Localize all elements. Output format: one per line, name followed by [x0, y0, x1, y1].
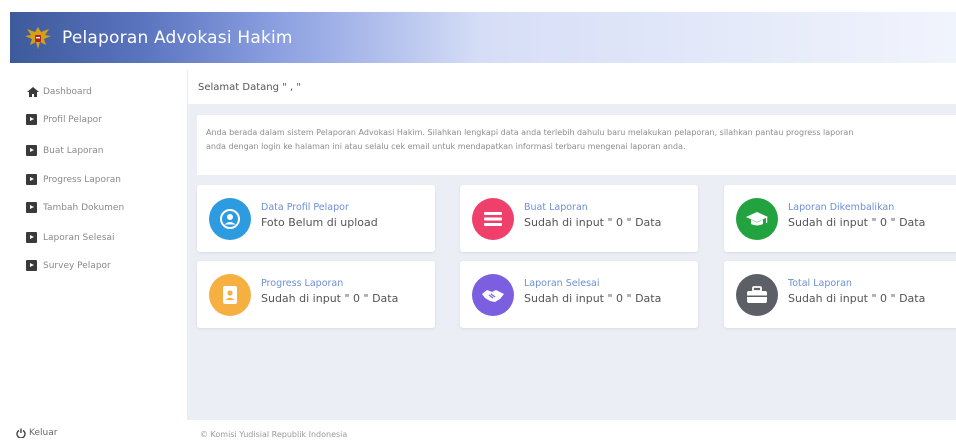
arrow-square-icon	[26, 174, 37, 185]
app-title: Pelaporan Advokasi Hakim	[62, 27, 293, 48]
arrow-square-icon	[26, 114, 37, 125]
user-icon	[220, 209, 240, 229]
sidebar-item-label: Progress Laporan	[43, 175, 121, 185]
power-icon	[16, 428, 26, 438]
main-content: Selamat Datang " , " Anda berada dalam s…	[188, 70, 956, 420]
card-value: Sudah di input " 0 " Data	[261, 292, 399, 305]
info-text-line: Anda berada dalam sistem Pelaporan Advok…	[206, 128, 854, 137]
sidebar-item-label: Profil Pelapor	[43, 115, 102, 125]
card-icon-circle	[209, 198, 251, 240]
card-title: Total Laporan	[788, 278, 852, 289]
card-data-profil-pelapor[interactable]: Data Profil Pelapor Foto Belum di upload	[197, 185, 435, 252]
copyright-text: © Komisi Yudisial Republik Indonesia	[200, 430, 348, 439]
sidebar-item-progress-laporan[interactable]: Progress Laporan	[26, 174, 121, 186]
card-title: Laporan Dikembalikan	[788, 202, 895, 213]
card-icon-circle	[736, 198, 778, 240]
sidebar-item-buat-laporan[interactable]: Buat Laporan	[26, 145, 103, 157]
briefcase-icon	[747, 286, 767, 303]
id-badge-icon	[223, 286, 237, 304]
sidebar-item-label: Dashboard	[43, 87, 92, 97]
card-icon-circle	[472, 274, 514, 316]
welcome-text: Selamat Datang " , "	[198, 81, 301, 93]
arrow-square-icon	[26, 232, 37, 243]
graduation-cap-icon	[746, 212, 768, 226]
sidebar-item-laporan-selesai[interactable]: Laporan Selesai	[26, 232, 115, 244]
arrow-square-icon	[26, 145, 37, 156]
card-progress-laporan[interactable]: Progress Laporan Sudah di input " 0 " Da…	[197, 261, 435, 328]
card-laporan-selesai[interactable]: Laporan Selesai Sudah di input " 0 " Dat…	[460, 261, 698, 328]
card-icon-circle	[736, 274, 778, 316]
card-icon-circle	[209, 274, 251, 316]
card-value: Sudah di input " 0 " Data	[524, 216, 662, 229]
card-value: Foto Belum di upload	[261, 216, 378, 229]
sidebar-item-survey-pelapor[interactable]: Survey Pelapor	[26, 260, 111, 272]
handshake-icon	[482, 290, 504, 302]
card-total-laporan[interactable]: Total Laporan Sudah di input " 0 " Data	[724, 261, 956, 328]
arrow-square-icon	[26, 260, 37, 271]
list-icon	[484, 212, 502, 226]
card-value: Sudah di input " 0 " Data	[788, 216, 926, 229]
sidebar-item-tambah-dokumen[interactable]: Tambah Dokumen	[26, 202, 124, 214]
sidebar-item-dashboard[interactable]: Dashboard	[26, 86, 92, 98]
card-title: Buat Laporan	[524, 202, 588, 213]
welcome-bar: Selamat Datang " , "	[188, 70, 956, 104]
info-text-line: anda dengan login ke halaman ini atau se…	[206, 142, 686, 151]
sidebar-item-profil-pelapor[interactable]: Profil Pelapor	[26, 114, 102, 126]
logout-button[interactable]: Keluar	[16, 428, 57, 438]
home-icon	[27, 87, 39, 97]
top-header: Pelaporan Advokasi Hakim	[10, 12, 956, 63]
sidebar-item-label: Buat Laporan	[43, 146, 104, 156]
card-title: Data Profil Pelapor	[261, 202, 349, 213]
sidebar-item-label: Tambah Dokumen	[43, 203, 125, 213]
arrow-square-icon	[26, 202, 37, 213]
garuda-emblem-icon	[25, 26, 51, 49]
logout-label: Keluar	[29, 428, 58, 438]
card-buat-laporan[interactable]: Buat Laporan Sudah di input " 0 " Data	[460, 185, 698, 252]
card-value: Sudah di input " 0 " Data	[788, 292, 926, 305]
card-title: Progress Laporan	[261, 278, 344, 289]
sidebar-item-label: Survey Pelapor	[43, 261, 111, 271]
sidebar: Dashboard Profil Pelapor Buat Laporan Pr…	[10, 70, 188, 420]
card-laporan-dikembalikan[interactable]: Laporan Dikembalikan Sudah di input " 0 …	[724, 185, 956, 252]
sidebar-item-label: Laporan Selesai	[43, 233, 115, 243]
card-title: Laporan Selesai	[524, 278, 600, 289]
card-icon-circle	[472, 198, 514, 240]
info-box: Anda berada dalam sistem Pelaporan Advok…	[197, 115, 956, 175]
card-value: Sudah di input " 0 " Data	[524, 292, 662, 305]
